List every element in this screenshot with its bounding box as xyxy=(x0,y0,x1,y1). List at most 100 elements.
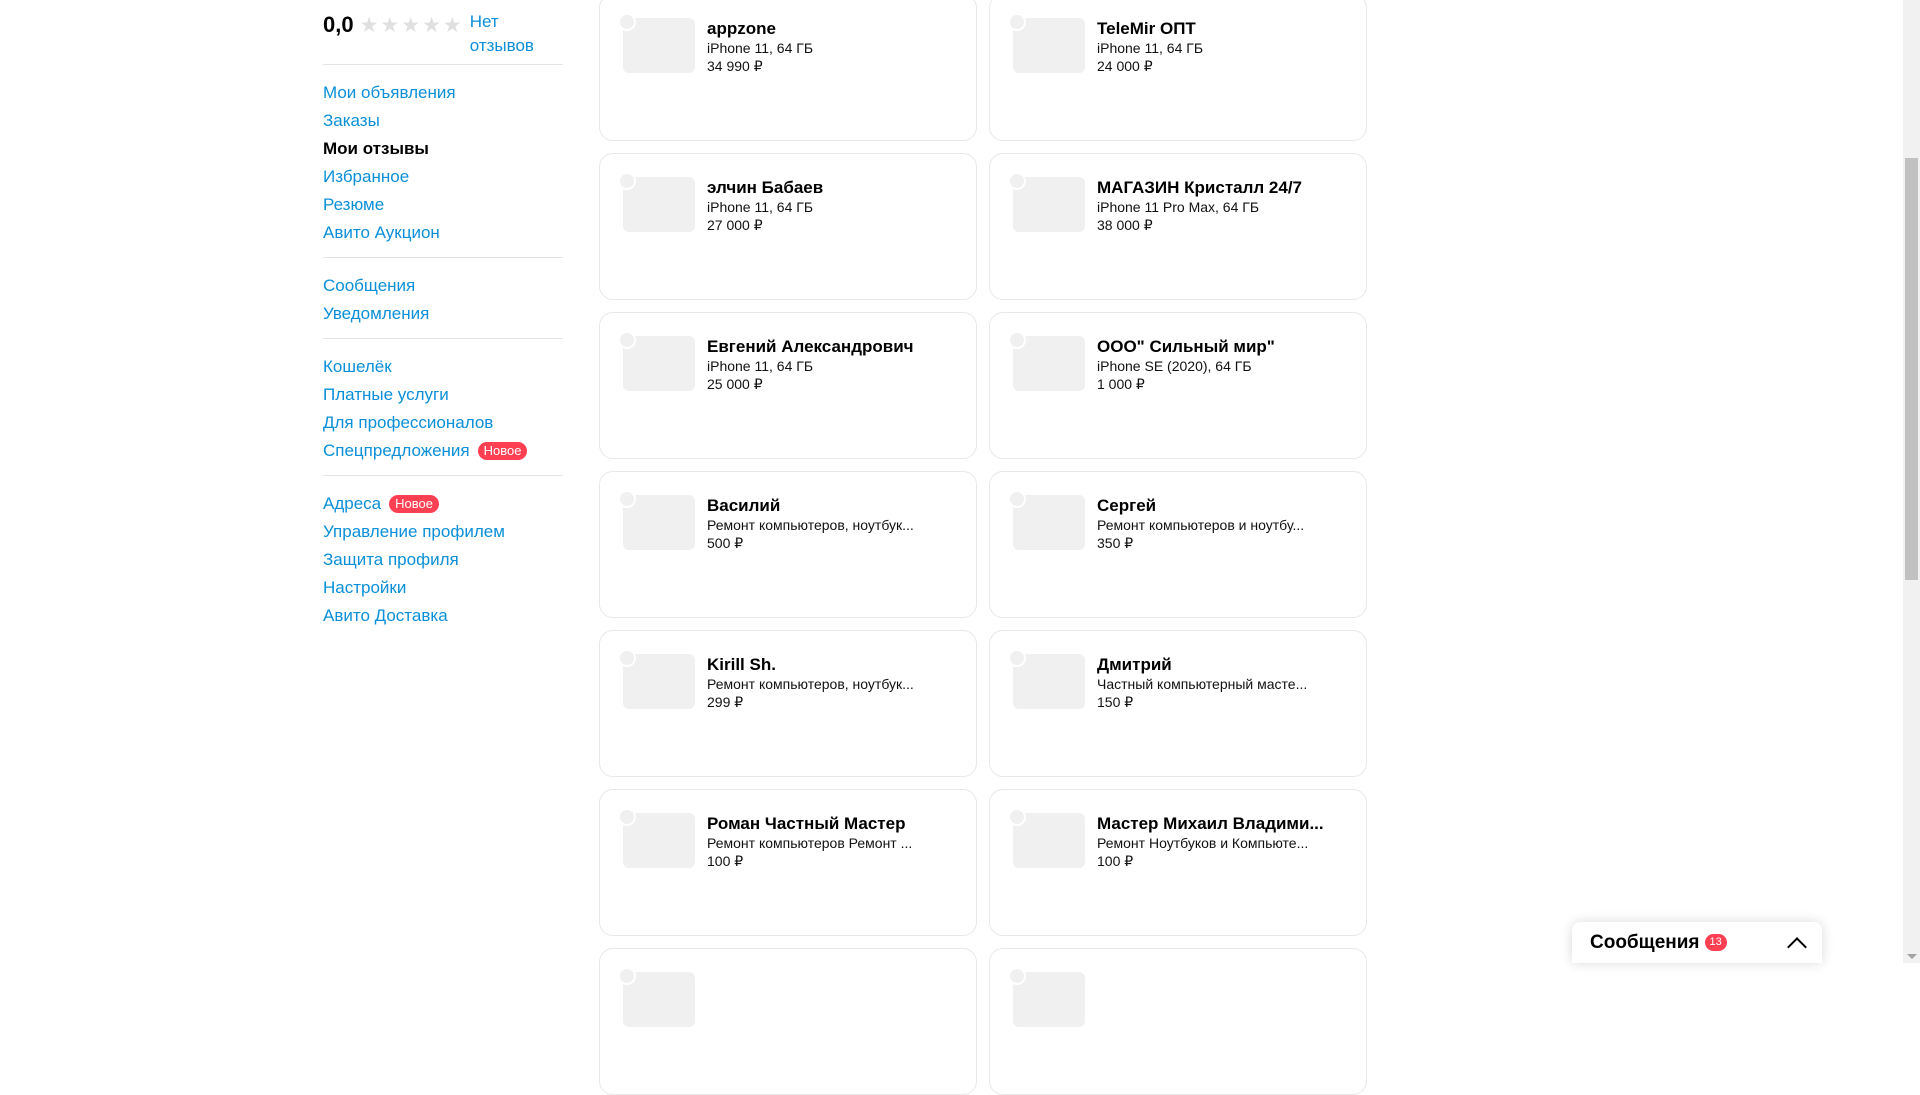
sidebar-item[interactable]: Защита профиля xyxy=(323,546,563,574)
card-item-title: Ремонт компьютеров Ремонт ... xyxy=(707,835,913,851)
sidebar-item[interactable]: Мои объявления xyxy=(323,79,563,107)
card-item-title: iPhone 11, 64 ГБ xyxy=(707,40,814,56)
sidebar-item[interactable]: Уведомления xyxy=(323,300,563,328)
card-item-title: Частный компьютерный масте... xyxy=(1097,676,1308,692)
card-item-title: iPhone SE (2020), 64 ГБ xyxy=(1097,358,1252,374)
seller-card[interactable]: элчин Бабаев iPhone 11, 64 ГБ 27 000 ₽ xyxy=(599,153,977,300)
star-icon: ★ xyxy=(359,14,379,37)
card-item-title: Ремонт компьютеров, ноутбук... xyxy=(707,517,914,533)
card-price: 38 000 ₽ xyxy=(1097,217,1153,233)
seller-avatar xyxy=(618,172,636,190)
sidebar-item[interactable]: Авито Доставка xyxy=(323,602,563,630)
card-price: 150 ₽ xyxy=(1097,694,1134,710)
seller-avatar xyxy=(1008,649,1026,667)
sidebar-item[interactable]: Мои отзывы xyxy=(323,135,563,163)
sidebar-item[interactable]: Сообщения xyxy=(323,272,563,300)
sidebar-nav: Мои объявления Заказы Мои отзывы Избранное Р… xyxy=(323,64,563,640)
seller-card[interactable]: Василий Ремонт компьютеров, ноутбук... 500… xyxy=(599,471,977,618)
seller-card[interactable]: ООО" Сильный мир" iPhone SE (2020), 64 ГБ… xyxy=(989,312,1367,459)
seller-card[interactable]: Роман Частный Мастер Ремонт компьютеров Р… xyxy=(599,789,977,936)
sidebar-group: Мои объявления Заказы Мои отзывы Избранное Р… xyxy=(323,65,563,257)
card-seller-name[interactable]: Kirill Sh. xyxy=(707,655,947,675)
sidebar-item-label: Заказы xyxy=(323,111,380,130)
card-price: 299 ₽ xyxy=(707,694,744,710)
card-price: 34 990 ₽ xyxy=(707,58,763,74)
sidebar-item-label: Мои объявления xyxy=(323,83,456,102)
sidebar-item[interactable]: Для профессионалов xyxy=(323,409,563,437)
rating-summary: 0,0 ★ ★ ★ ★ ★ Нет отзывов xyxy=(323,0,563,64)
sidebar-item-label: Избранное xyxy=(323,167,410,186)
card-seller-name[interactable]: Роман Частный Мастер xyxy=(707,814,947,834)
seller-card[interactable]: Евгений Александрович iPhone 11, 64 ГБ 25 … xyxy=(599,312,977,459)
card-seller-name[interactable]: элчин Бабаев xyxy=(707,178,947,198)
card-seller-name[interactable]: appzone xyxy=(707,19,947,39)
sidebar-item-label: Авито Доставка xyxy=(323,606,448,625)
sidebar-item-label: Уведомления xyxy=(323,304,430,323)
card-seller-name[interactable]: Мастер Михаил Владими... xyxy=(1097,814,1337,834)
sidebar-item-label: Настройки xyxy=(323,578,407,597)
card-price: 1 000 ₽ xyxy=(1097,376,1145,392)
star-icon: ★ xyxy=(380,14,400,37)
card-seller-name[interactable]: Сергей xyxy=(1097,496,1337,516)
card-seller-name[interactable]: Василий xyxy=(707,496,947,516)
sidebar-item[interactable]: Управление профилем xyxy=(323,518,563,546)
sidebar-item-label: Кошелёк xyxy=(323,357,392,376)
seller-card[interactable]: Kirill Sh. Ремонт компьютеров, ноутбук...… xyxy=(599,630,977,777)
messages-count-badge: 13 xyxy=(1704,934,1727,951)
sidebar-item[interactable]: Адреса Новое xyxy=(323,490,563,518)
card-item-title: Ремонт Ноутбуков и Компьюте... xyxy=(1097,835,1309,851)
no-reviews-link[interactable]: Нет отзывов xyxy=(470,10,563,58)
sidebar-group: Адреса Новое Управление профилем Защита про… xyxy=(323,476,563,640)
seller-card[interactable] xyxy=(989,948,1367,1095)
sidebar-item[interactable]: Резюме xyxy=(323,191,563,219)
seller-avatar xyxy=(618,649,636,667)
card-seller-name[interactable]: Евгений Александрович xyxy=(707,337,947,357)
sidebar-item[interactable]: Кошелёк xyxy=(323,353,563,381)
rating-value: 0,0 xyxy=(323,12,354,37)
scroll-down-arrow-icon[interactable] xyxy=(1907,954,1917,959)
sidebar-item-label: Резюме xyxy=(323,195,385,214)
seller-card[interactable]: TeleMir ОПТ iPhone 11, 64 ГБ 24 000 ₽ xyxy=(989,0,1367,141)
messages-widget[interactable]: Сообщения 13 xyxy=(1572,922,1822,963)
sidebar-group: Сообщения Уведомления xyxy=(323,258,563,338)
seller-card[interactable]: Мастер Михаил Владими... Ремонт Ноутбуков… xyxy=(989,789,1367,936)
seller-avatar xyxy=(618,490,636,508)
sidebar-item-label: Мои отзывы xyxy=(323,139,429,158)
sidebar-item-label: Сообщения xyxy=(323,276,416,295)
sidebar-item[interactable]: Настройки xyxy=(323,574,563,602)
card-price: 350 ₽ xyxy=(1097,535,1134,551)
profile-sidebar: 0,0 ★ ★ ★ ★ ★ Нет отзывов Мои объявления Зака… xyxy=(323,0,563,640)
star-icon: ★ xyxy=(401,14,421,37)
seller-avatar xyxy=(618,967,636,985)
sidebar-item-label: Авито Аукцион xyxy=(323,223,440,242)
card-item-title: iPhone 11, 64 ГБ xyxy=(707,199,814,215)
messages-widget-title: Сообщения xyxy=(1590,931,1700,953)
sidebar-item[interactable]: Авито Аукцион xyxy=(323,219,563,247)
rating-stars: ★ ★ ★ ★ ★ xyxy=(359,14,462,37)
page-scrollbar[interactable] xyxy=(1903,0,1920,963)
card-price: 27 000 ₽ xyxy=(707,217,763,233)
chevron-up-icon[interactable] xyxy=(1787,936,1807,957)
card-seller-name[interactable]: ООО" Сильный мир" xyxy=(1097,337,1337,357)
card-item-title: Ремонт компьютеров и ноутбу... xyxy=(1097,517,1305,533)
new-badge: Новое xyxy=(477,442,528,460)
sidebar-item[interactable]: Избранное xyxy=(323,163,563,191)
sidebar-item[interactable]: Заказы xyxy=(323,107,563,135)
card-item-title: iPhone 11, 64 ГБ xyxy=(707,358,814,374)
seller-avatar xyxy=(618,808,636,826)
card-item-title: iPhone 11, 64 ГБ xyxy=(1097,40,1204,56)
sidebar-item[interactable]: Платные услуги xyxy=(323,381,563,409)
sidebar-group: Кошелёк Платные услуги Для профессионалов С… xyxy=(323,339,563,475)
seller-card[interactable] xyxy=(599,948,977,1095)
seller-card[interactable]: Сергей Ремонт компьютеров и ноутбу... 350 … xyxy=(989,471,1367,618)
sidebar-item-label: Для профессионалов xyxy=(323,413,494,432)
seller-card[interactable]: МАГАЗИН Кристалл 24/7 iPhone 11 Pro Max, … xyxy=(989,153,1367,300)
seller-card[interactable]: Дмитрий Частный компьютерный масте... 150 … xyxy=(989,630,1367,777)
card-seller-name[interactable]: МАГАЗИН Кристалл 24/7 xyxy=(1097,178,1337,198)
card-seller-name[interactable]: Дмитрий xyxy=(1097,655,1337,675)
scrollbar-thumb[interactable] xyxy=(1905,158,1918,580)
card-seller-name[interactable]: TeleMir ОПТ xyxy=(1097,19,1337,39)
seller-card[interactable]: appzone iPhone 11, 64 ГБ 34 990 ₽ xyxy=(599,0,977,141)
sidebar-item-label: Спецпредложения xyxy=(323,441,470,460)
sidebar-item[interactable]: Спецпредложения Новое xyxy=(323,437,563,465)
